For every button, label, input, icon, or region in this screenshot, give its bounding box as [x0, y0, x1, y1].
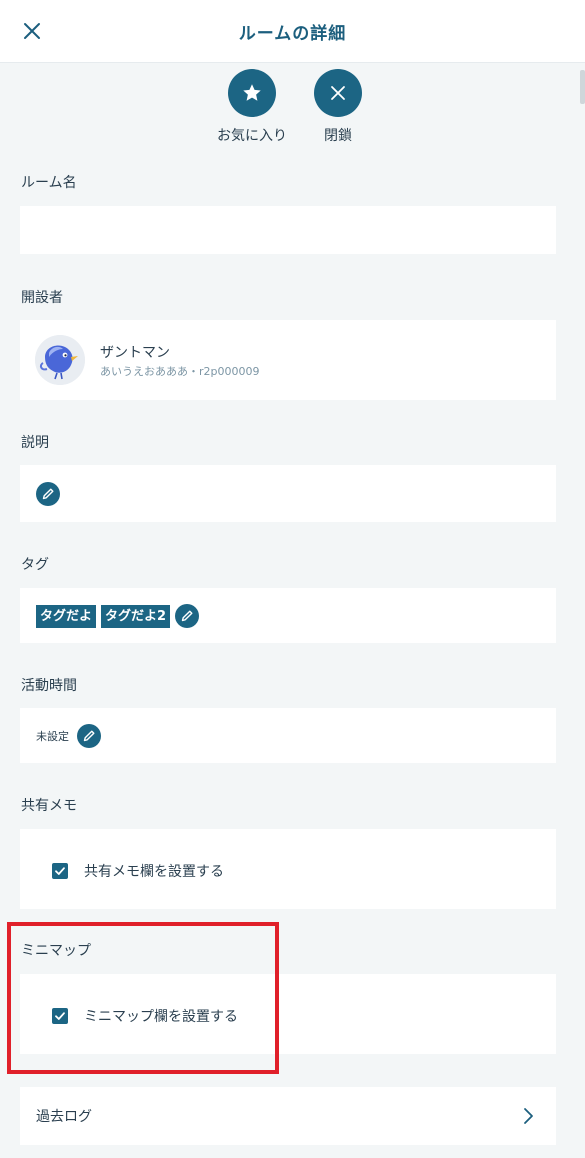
pencil-icon	[181, 610, 193, 622]
creator-id: あいうえおあああ・r2p000009	[100, 365, 260, 378]
room-name-label: ルーム名	[21, 175, 77, 191]
chevron-right-icon	[524, 1108, 533, 1124]
creator-label: 開設者	[21, 290, 63, 306]
close-room-button[interactable]: 閉鎖	[314, 69, 362, 145]
past-log-label: 過去ログ	[36, 1109, 92, 1125]
edit-tags-button[interactable]	[175, 604, 200, 628]
active-time-card: 未設定	[20, 708, 556, 763]
room-actions: お気に入り 閉鎖	[0, 69, 585, 149]
close-room-circle[interactable]	[314, 69, 362, 117]
shared-memo-checkbox-label: 共有メモ欄を設置する	[84, 864, 224, 880]
bird-avatar-icon	[35, 335, 85, 385]
active-time-label: 活動時間	[21, 678, 77, 694]
room-name-field[interactable]	[20, 206, 556, 254]
close-button[interactable]	[20, 19, 44, 43]
active-time-value: 未設定	[36, 730, 69, 743]
creator-card: ザントマン あいうえおあああ・r2p000009	[20, 320, 556, 400]
avatar	[35, 335, 85, 385]
highlight-box	[7, 922, 279, 1074]
tags-card: タグだよ タグだよ2	[20, 588, 556, 643]
description-label: 説明	[21, 435, 49, 451]
edit-active-time-button[interactable]	[77, 724, 101, 748]
check-icon	[55, 867, 65, 875]
shared-memo-label: 共有メモ	[21, 798, 77, 814]
active-time-row: 未設定	[36, 724, 101, 748]
favorite-circle[interactable]	[228, 69, 276, 117]
pencil-icon	[42, 488, 54, 500]
shared-memo-checkbox[interactable]	[52, 863, 68, 879]
edit-description-button[interactable]	[36, 482, 60, 506]
tag-item[interactable]: タグだよ	[36, 604, 97, 628]
shared-memo-checkbox-row[interactable]: 共有メモ欄を設置する	[52, 861, 224, 881]
pencil-icon	[83, 730, 95, 742]
header-bar: ルームの詳細	[0, 0, 585, 63]
close-icon	[331, 86, 345, 100]
favorite-button[interactable]: お気に入り	[215, 69, 289, 145]
creator-name: ザントマン	[100, 345, 170, 361]
past-log-link[interactable]: 過去ログ	[20, 1087, 556, 1145]
close-room-label: 閉鎖	[324, 128, 352, 144]
close-icon	[24, 23, 40, 39]
favorite-label: お気に入り	[217, 128, 287, 144]
tag-list: タグだよ タグだよ2	[36, 604, 200, 628]
star-icon	[243, 84, 261, 101]
shared-memo-card: 共有メモ欄を設置する	[20, 829, 556, 909]
tags-label: タグ	[21, 557, 49, 573]
page-title: ルームの詳細	[238, 23, 347, 44]
tag-item[interactable]: タグだよ2	[101, 604, 171, 628]
description-card	[20, 465, 556, 522]
